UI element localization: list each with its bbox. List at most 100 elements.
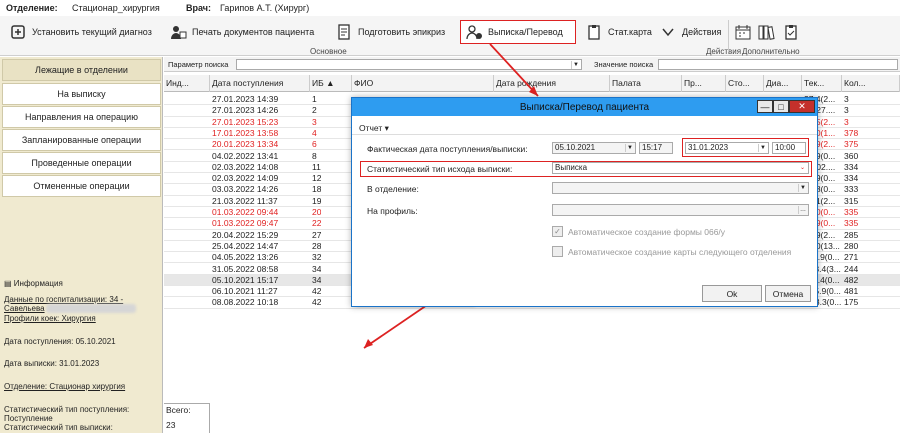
print-docs-button[interactable]: Печать документов пациента	[164, 20, 319, 44]
doctor-label: Врач:	[186, 3, 212, 13]
dept-value: Стационар_хирургия	[72, 3, 160, 13]
toolbar: Установить текущий диагноз Печать докуме…	[0, 16, 900, 56]
sidebar-item-surgery-referrals[interactable]: Направления на операцию	[2, 106, 161, 128]
search-value-input[interactable]	[658, 59, 898, 70]
col-profile[interactable]: Пр...	[682, 75, 726, 92]
cell-k: 315	[844, 195, 859, 206]
ok-button[interactable]: Ok	[702, 285, 762, 302]
sidebar-item-planned-surgeries[interactable]: Запланированные операции	[2, 129, 161, 151]
cell-date: 17.01.2023 13:58	[212, 127, 279, 138]
to-dept-label: В отделение:	[367, 184, 419, 194]
col-index[interactable]: Инд...	[164, 75, 210, 92]
fact-date-label: Фактическая дата поступления/выписки:	[367, 144, 528, 154]
cell-ib: 8	[312, 150, 317, 161]
total-value: 23	[166, 420, 176, 430]
col-ib[interactable]: ИБ ▲	[310, 75, 352, 92]
table-header: Инд... Дата поступления ИБ ▲ ФИО Дата ро…	[164, 75, 900, 92]
cell-k: 3	[844, 116, 849, 127]
sidebar: Лежащие в отделении На выписку Направлен…	[0, 57, 163, 433]
info-admit-date: Дата поступления: 05.10.2021	[4, 337, 116, 346]
info-hosp-link[interactable]: Данные по госпитализации: 34 -	[4, 295, 123, 304]
col-birth[interactable]: Дата рождения	[494, 75, 610, 92]
report-menu[interactable]: Отчет ▾	[359, 123, 389, 134]
col-fio[interactable]: ФИО	[352, 75, 494, 92]
set-diagnosis-label: Установить текущий диагноз	[32, 27, 152, 37]
col-count[interactable]: Кол...	[842, 75, 900, 92]
toolbar-divider	[728, 20, 729, 52]
search-param-select[interactable]: ▼	[236, 59, 582, 70]
clipboard-check-icon	[782, 23, 800, 41]
stat-type-value: Выписка	[555, 163, 588, 172]
stat-type-select[interactable]: Выписка ⌄	[552, 162, 809, 174]
epicrisis-label: Подготовить эпикриз	[358, 27, 446, 37]
cell-k: 375	[844, 139, 859, 150]
info-dept-link[interactable]: Отделение: Стационар хирургия	[4, 382, 125, 391]
discharge-time-field[interactable]: 10:00	[772, 142, 806, 154]
close-icon[interactable]: ✕	[789, 100, 815, 113]
info-bar: Отделение: Стационар_хирургия Врач: Гари…	[0, 0, 900, 16]
calendar-dropdown-icon[interactable]: ▼	[758, 144, 767, 152]
cell-k: 335	[844, 207, 859, 217]
statcard-button[interactable]: Стат.карта	[580, 20, 657, 44]
cell-date: 03.03.2022 14:26	[212, 184, 279, 195]
extra-button-3[interactable]	[781, 20, 801, 44]
cell-ib: 32	[312, 252, 322, 263]
cell-k: 334	[844, 173, 859, 184]
auto-card-label: Автоматическое создание карты следующего…	[568, 247, 792, 257]
clipboard-icon	[585, 23, 603, 41]
chevron-down-icon: ▾	[384, 123, 389, 133]
discharge-transfer-label: Выписка/Перевод	[488, 27, 563, 37]
minimize-icon[interactable]: —	[757, 100, 773, 113]
print-docs-label: Печать документов пациента	[192, 27, 315, 37]
search-param-label: Параметр поиска	[168, 60, 229, 69]
cell-k: 271	[844, 252, 859, 263]
discharge-date-field[interactable]: 31.01.2023 ▼	[685, 142, 769, 154]
cell-date: 04.05.2022 13:26	[212, 252, 279, 263]
info-profile-link[interactable]: Профили коек: Хирургия	[4, 314, 96, 323]
sidebar-item-cancelled-surgeries[interactable]: Отмененные операции	[2, 175, 161, 197]
col-admit-date[interactable]: Дата поступления	[210, 75, 310, 92]
cell-date: 08.08.2022 10:18	[212, 297, 279, 308]
cell-date: 20.04.2022 15:29	[212, 229, 279, 240]
cell-k: 3	[844, 94, 849, 104]
sidebar-item-in-department[interactable]: Лежащие в отделении	[2, 59, 161, 81]
cell-k: 335	[844, 218, 859, 229]
col-cost[interactable]: Сто...	[726, 75, 764, 92]
cancel-button[interactable]: Отмена	[765, 285, 811, 302]
cell-ib: 18	[312, 184, 322, 195]
info-discharge-date: Дата выписки: 31.01.2023	[4, 359, 100, 368]
actions-button[interactable]: Действия	[654, 20, 726, 44]
cell-ib: 19	[312, 195, 322, 206]
admit-date-value: 05.10.2021	[555, 143, 596, 152]
cell-date: 20.01.2023 13:34	[212, 139, 279, 150]
dialog-divider	[352, 134, 817, 135]
extra-button-1[interactable]	[733, 20, 753, 44]
cell-k: 481	[844, 286, 859, 297]
maximize-icon[interactable]: □	[773, 100, 789, 113]
cell-ib: 20	[312, 207, 322, 217]
epicrisis-button[interactable]: Подготовить эпикриз	[330, 20, 450, 44]
report-menu-label: Отчет	[359, 123, 383, 133]
chevron-down-icon: ▼	[798, 184, 807, 192]
auto-066-label: Автоматическое создание формы 066/у	[568, 227, 726, 237]
ellipsis-icon: …	[798, 206, 806, 214]
cell-ib: 27	[312, 229, 322, 240]
sidebar-item-to-discharge[interactable]: На выписку	[2, 83, 161, 105]
discharge-transfer-button[interactable]: Выписка/Перевод	[460, 20, 576, 44]
sidebar-item-performed-surgeries[interactable]: Проведенные операции	[2, 152, 161, 174]
books-icon	[758, 23, 776, 41]
col-current[interactable]: Тек...	[802, 75, 842, 92]
auto-card-checkbox	[552, 246, 563, 257]
cell-date: 27.01.2023 14:26	[212, 105, 279, 116]
redacted-block	[46, 304, 136, 313]
col-diag[interactable]: Диа...	[764, 75, 802, 92]
discharge-date-value: 31.01.2023	[688, 143, 729, 152]
col-ward[interactable]: Палата	[610, 75, 682, 92]
extra-button-2[interactable]	[757, 20, 777, 44]
to-profile-field: …	[552, 204, 809, 216]
cell-date: 01.03.2022 09:44	[212, 207, 279, 217]
cell-date: 27.01.2023 15:23	[212, 116, 279, 127]
set-diagnosis-button[interactable]: Установить текущий диагноз	[4, 20, 157, 44]
cell-ib: 12	[312, 173, 322, 184]
dialog-titlebar: Выписка/Перевод пациента — □ ✕	[352, 98, 817, 116]
